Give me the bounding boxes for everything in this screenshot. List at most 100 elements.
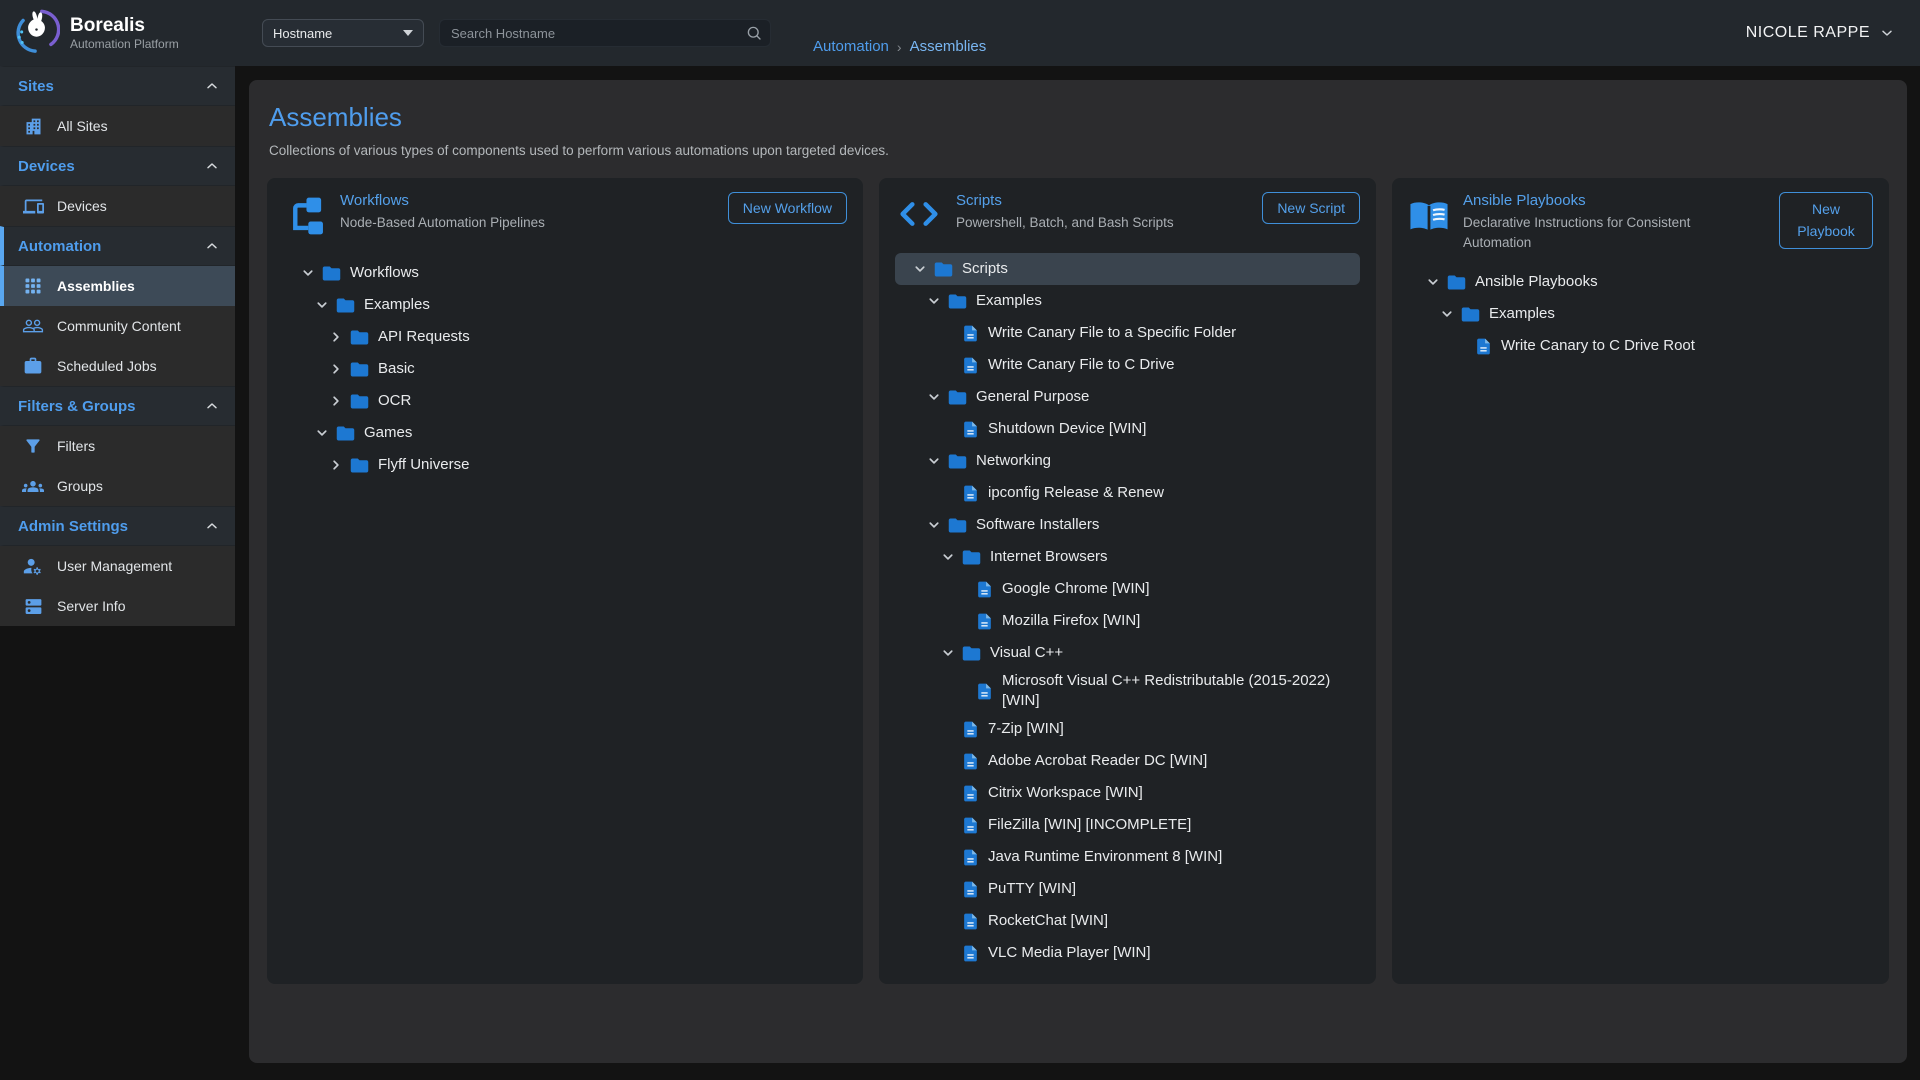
new-workflow-button[interactable]: New Workflow bbox=[728, 192, 847, 224]
file-icon bbox=[961, 880, 980, 899]
tree-item-folder[interactable]: Ansible Playbooks bbox=[1408, 266, 1873, 298]
tree-item-folder[interactable]: Software Installers bbox=[895, 509, 1360, 541]
brand-subtitle: Automation Platform bbox=[70, 37, 179, 51]
hostname-select[interactable]: Hostname bbox=[262, 19, 424, 47]
tree-item-label: Internet Browsers bbox=[990, 547, 1108, 567]
tree-item-folder[interactable]: Visual C++ bbox=[895, 637, 1360, 669]
tree-item-file[interactable]: Google Chrome [WIN] bbox=[895, 573, 1360, 605]
sidebar-section-admin-settings[interactable]: Admin Settings bbox=[0, 506, 235, 546]
folder-icon bbox=[947, 291, 968, 312]
tree-item-file[interactable]: Write Canary File to C Drive bbox=[895, 349, 1360, 381]
tree-item-folder[interactable]: Workflows bbox=[283, 257, 847, 289]
tree-item-file[interactable]: RocketChat [WIN] bbox=[895, 906, 1360, 938]
breadcrumb-automation[interactable]: Automation bbox=[813, 38, 889, 55]
sidebar-section-automation[interactable]: Automation bbox=[0, 226, 235, 266]
tree-item-folder[interactable]: API Requests bbox=[283, 321, 847, 353]
tree-item-file[interactable]: Adobe Acrobat Reader DC [WIN] bbox=[895, 746, 1360, 778]
brand-name: Borealis bbox=[70, 15, 179, 37]
sidebar-item-filters[interactable]: Filters bbox=[0, 426, 235, 466]
chevron-down-icon[interactable] bbox=[1438, 305, 1460, 323]
tree-item-folder[interactable]: Networking bbox=[895, 445, 1360, 477]
chevron-down-icon bbox=[1879, 25, 1895, 41]
tree-item-label: FileZilla [WIN] [INCOMPLETE] bbox=[988, 815, 1191, 835]
tree-item-file[interactable]: Java Runtime Environment 8 [WIN] bbox=[895, 842, 1360, 874]
scripts-tree: Scripts Examples Write Canary File to a Sp… bbox=[895, 253, 1360, 970]
section-label: Devices bbox=[18, 158, 75, 175]
tree-item-folder[interactable]: General Purpose bbox=[895, 381, 1360, 413]
tree-item-folder[interactable]: Examples bbox=[1408, 298, 1873, 330]
tree-item-file[interactable]: Shutdown Device [WIN] bbox=[895, 413, 1360, 445]
chevron-down-icon[interactable] bbox=[299, 264, 321, 282]
tree-item-folder[interactable]: Games bbox=[283, 417, 847, 449]
tree-item-file[interactable]: 7-Zip [WIN] bbox=[895, 714, 1360, 746]
chevron-down-icon[interactable] bbox=[1424, 273, 1446, 291]
tree-item-folder[interactable]: Basic bbox=[283, 353, 847, 385]
tree-item-file[interactable]: ipconfig Release & Renew bbox=[895, 477, 1360, 509]
breadcrumb-assemblies[interactable]: Assemblies bbox=[910, 38, 987, 55]
sidebar-item-scheduled-jobs[interactable]: Scheduled Jobs bbox=[0, 346, 235, 386]
new-script-button[interactable]: New Script bbox=[1262, 192, 1360, 224]
chevron-down-icon[interactable] bbox=[313, 424, 335, 442]
tree-item-folder[interactable]: Scripts bbox=[895, 253, 1360, 285]
chevron-right-icon[interactable] bbox=[327, 360, 349, 378]
chevron-right-icon[interactable] bbox=[327, 456, 349, 474]
tree-item-file[interactable]: Write Canary to C Drive Root bbox=[1408, 330, 1873, 362]
card-title[interactable]: Scripts bbox=[956, 192, 1249, 209]
chevron-down-icon[interactable] bbox=[939, 548, 961, 566]
people-outline-icon bbox=[22, 315, 44, 337]
tree-item-folder[interactable]: Examples bbox=[283, 289, 847, 321]
chevron-down-icon[interactable] bbox=[911, 260, 933, 278]
card-title[interactable]: Ansible Playbooks bbox=[1463, 192, 1766, 209]
search-input[interactable] bbox=[439, 19, 771, 47]
sidebar-item-devices[interactable]: Devices bbox=[0, 186, 235, 226]
section-label: Sites bbox=[18, 78, 54, 95]
chevron-down-icon[interactable] bbox=[925, 292, 947, 310]
sidebar-item-label: Devices bbox=[57, 198, 107, 214]
playbooks-tree: Ansible PlaybooksExamplesWrite Canary to… bbox=[1408, 266, 1873, 362]
chevron-right-icon[interactable] bbox=[327, 392, 349, 410]
sidebar-item-all-sites[interactable]: All Sites bbox=[0, 106, 235, 146]
tree-item-file[interactable]: FileZilla [WIN] [INCOMPLETE] bbox=[895, 810, 1360, 842]
chevron-down-icon[interactable] bbox=[925, 452, 947, 470]
user-menu[interactable]: NICOLE RAPPE bbox=[1746, 24, 1895, 42]
workflows-tree: WorkflowsExamplesAPI RequestsBasic OCR Gam… bbox=[283, 257, 847, 481]
file-icon bbox=[961, 324, 980, 343]
tree-item-folder[interactable]: Internet Browsers bbox=[895, 541, 1360, 573]
sidebar-section-devices[interactable]: Devices bbox=[0, 146, 235, 186]
tree-item-file[interactable]: VLC Media Player [WIN] bbox=[895, 938, 1360, 970]
sidebar-item-groups[interactable]: Groups bbox=[0, 466, 235, 506]
chevron-down-icon[interactable] bbox=[925, 516, 947, 534]
sidebar-item-community-content[interactable]: Community Content bbox=[0, 306, 235, 346]
tree-item-label: Examples bbox=[976, 291, 1042, 311]
chevron-down-icon[interactable] bbox=[313, 296, 335, 314]
sidebar-item-assemblies[interactable]: Assemblies bbox=[0, 266, 235, 306]
tree-item-label: Write Canary File to C Drive bbox=[988, 355, 1174, 375]
card-title[interactable]: Workflows bbox=[340, 192, 715, 209]
chevron-down-icon[interactable] bbox=[925, 388, 947, 406]
tree-item-file[interactable]: PuTTY [WIN] bbox=[895, 874, 1360, 906]
tree-item-label: Adobe Acrobat Reader DC [WIN] bbox=[988, 751, 1207, 771]
tree-item-label: RocketChat [WIN] bbox=[988, 911, 1108, 931]
file-icon bbox=[961, 944, 980, 963]
tree-item-label: Scripts bbox=[962, 259, 1008, 279]
tree-item-label: OCR bbox=[378, 391, 411, 411]
tree-item-folder[interactable]: Flyff Universe bbox=[283, 449, 847, 481]
tree-item-folder[interactable]: Examples bbox=[895, 285, 1360, 317]
tree-item-file[interactable]: Write Canary File to a Specific Folder bbox=[895, 317, 1360, 349]
tree-item-label: Java Runtime Environment 8 [WIN] bbox=[988, 847, 1222, 867]
new-playbook-button[interactable]: New Playbook bbox=[1779, 192, 1873, 249]
tree-item-file[interactable]: Mozilla Firefox [WIN] bbox=[895, 605, 1360, 637]
chevron-down-icon[interactable] bbox=[939, 644, 961, 662]
chevron-up-icon bbox=[204, 398, 220, 414]
chevron-right-icon[interactable] bbox=[327, 328, 349, 346]
tree-item-folder[interactable]: OCR bbox=[283, 385, 847, 417]
sidebar-section-sites[interactable]: Sites bbox=[0, 66, 235, 106]
tree-item-file[interactable]: Citrix Workspace [WIN] bbox=[895, 778, 1360, 810]
folder-icon bbox=[947, 387, 968, 408]
sidebar-item-server-info[interactable]: Server Info bbox=[0, 586, 235, 626]
tree-item-file[interactable]: Microsoft Visual C++ Redistributable (20… bbox=[895, 669, 1360, 714]
sidebar-section-filters-groups[interactable]: Filters & Groups bbox=[0, 386, 235, 426]
sidebar-item-user-management[interactable]: User Management bbox=[0, 546, 235, 586]
building-icon bbox=[22, 115, 44, 137]
sidebar-item-label: All Sites bbox=[57, 118, 108, 134]
